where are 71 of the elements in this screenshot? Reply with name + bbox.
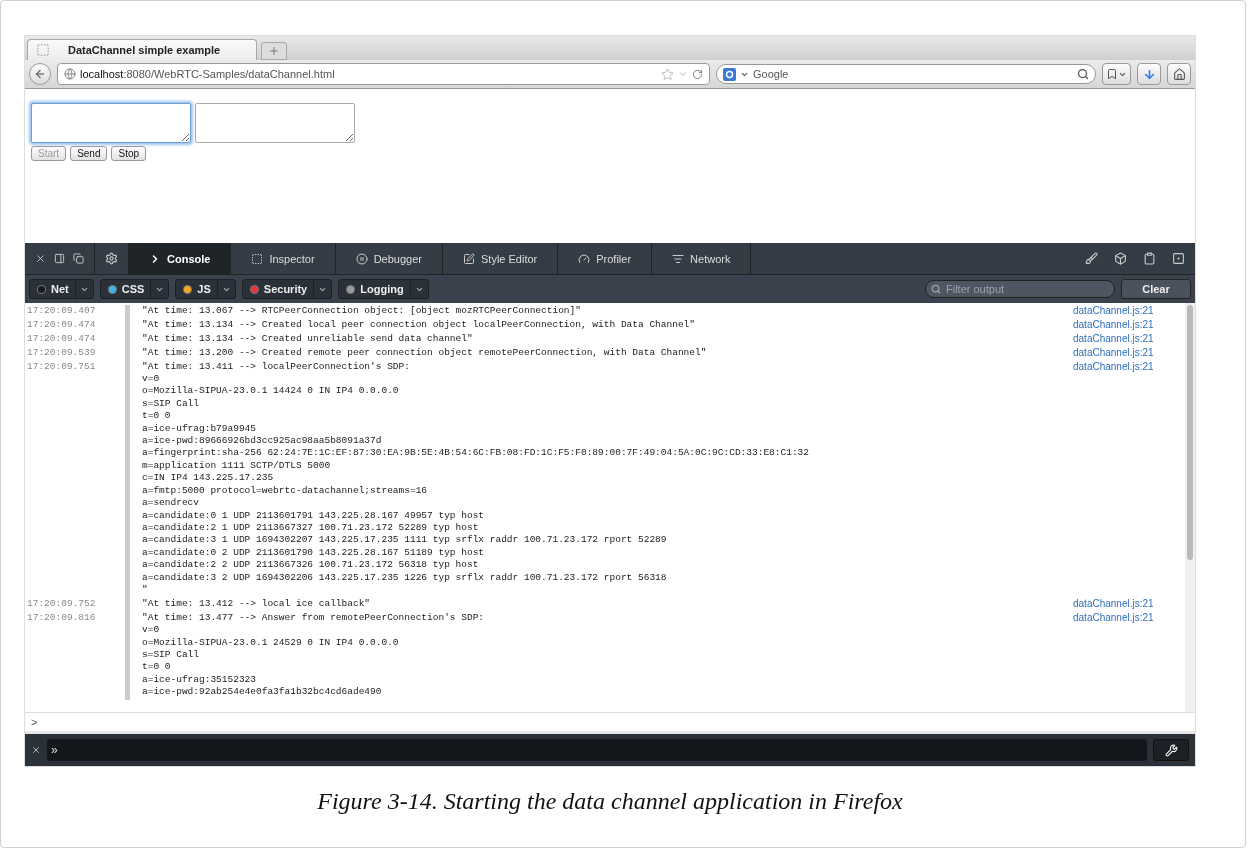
wrench-button[interactable] bbox=[1153, 739, 1189, 761]
page-button[interactable]: Send bbox=[70, 146, 108, 161]
timestamp: 17:20:09.751 bbox=[26, 360, 97, 374]
brush-icon bbox=[1085, 252, 1098, 265]
star-icon bbox=[661, 67, 674, 81]
search-field[interactable]: Google bbox=[716, 64, 1096, 84]
filter-button[interactable]: JS bbox=[175, 279, 236, 299]
log-message: "At time: 13.477 --> Answer from remotePeerConnection's SDP: v=0 o=Mozilla-SIPUA-23.0.1 24529 0 IN IP4 0.0.0.0 s=SIP Call t=0 0 a=ice-ufrag:35152323 a=ice-pwd:92ab254e4e0fa3fa1b32bc4cd6ade490 bbox=[125, 611, 1073, 701]
clipboard-icon bbox=[1143, 252, 1156, 265]
prompt-marker: » bbox=[51, 743, 58, 757]
tab-icon bbox=[355, 252, 368, 265]
globe-icon bbox=[64, 68, 76, 80]
timestamp: 17:20:09.474 bbox=[26, 318, 97, 332]
devtools-tab[interactable]: Console bbox=[129, 243, 232, 274]
reload-icon bbox=[692, 68, 703, 80]
download-arrow-icon bbox=[1142, 67, 1156, 81]
dock-side-icon bbox=[54, 253, 65, 264]
tab-icon bbox=[463, 252, 475, 265]
source-link[interactable]: dataChannel.js:21 bbox=[1073, 332, 1185, 347]
page-icon bbox=[36, 43, 50, 57]
source-link[interactable]: dataChannel.js:21 bbox=[1073, 360, 1185, 598]
clear-button[interactable]: Clear bbox=[1121, 279, 1191, 299]
tab-icon bbox=[251, 252, 264, 265]
caret-icon bbox=[678, 69, 688, 79]
figure-caption: Figure 3-14. Starting the data channel application in Firefox bbox=[317, 788, 903, 815]
search-engine-logo-icon bbox=[723, 67, 736, 81]
scrollbar[interactable] bbox=[1185, 303, 1195, 712]
cube-icon bbox=[1114, 252, 1127, 265]
timestamp: 17:20:09.407 bbox=[26, 305, 97, 318]
filter-button[interactable]: Security bbox=[241, 279, 333, 299]
page-button[interactable]: Stop bbox=[111, 146, 147, 161]
timestamp: 17:20:09.816 bbox=[26, 611, 97, 625]
bookmarks-button[interactable] bbox=[1102, 63, 1131, 85]
separate-window-icon bbox=[73, 253, 84, 264]
home-icon bbox=[1172, 67, 1186, 81]
back-arrow-icon bbox=[34, 68, 46, 80]
settings-icon bbox=[105, 252, 118, 265]
close-icon bbox=[35, 253, 46, 264]
log-message: "At time: 13.411 --> localPeerConnection's SDP: v=0 o=Mozilla-SIPUA-23.0.1 14424 0 IN IP4 0.0.0.0 s=SIP Call t=0 0 a=ice-ufrag:b79a9945 a=ice-pwd:89666926bd3cc925ac98aa5b8091a37d a=fingerprint:sha-256 62:24:7E:1C:EF:87:30:EA:9B:5E:4B:54:6C:FB:08:FD:1C:F5:F0:89:00:7F:49:04:5A:0C:9C:CD:33:E8:C1:32 m=application 1111 SCTP/DTLS 5000 c=IN IP4 143.225.17.235 a=fmtp:5000 protocol=webrtc-datachannel;streams=16 a=sendrecv a=candidate:0 1 UDP 2113601791 143.225.28.167 49957 typ host a=candidate:2 1 UDP 2113667327 100.71.23.172 52289 typ host a=candidate:3 1 UDP 1694302207 143.225.17.235 1111 typ srflx raddr 100.71.23.172 rport 52289 a=candidate:0 2 UDP 2113601790 143.225.28.167 51189 typ host a=candidate:2 2 UDP 2113667326 100.71.23.172 56318 typ host a=candidate:3 2 UDP 1694302206 143.225.17.235 1226 typ srflx raddr 100.71.23.172 rport 56318 " bbox=[125, 360, 1073, 598]
text-area[interactable] bbox=[31, 103, 191, 143]
log-message: "At time: 13.200 --> Created remote peer connection object remotePeerConnection, with Data Channel" bbox=[125, 346, 1073, 361]
timestamp: 17:20:09.539 bbox=[26, 346, 97, 360]
search-icon bbox=[1077, 68, 1089, 80]
source-link[interactable]: dataChannel.js:21 bbox=[1073, 346, 1185, 361]
filter-button[interactable]: CSS bbox=[99, 279, 170, 299]
close-icon bbox=[31, 745, 41, 755]
source-link[interactable]: dataChannel.js:21 bbox=[1073, 318, 1185, 333]
tab-icon bbox=[578, 252, 591, 265]
source-link[interactable]: dataChannel.js:21 bbox=[1073, 611, 1185, 701]
browser-tab[interactable]: DataChannel simple example bbox=[27, 39, 257, 60]
home-button[interactable] bbox=[1167, 63, 1191, 85]
log-message: "At time: 13.412 --> local ice callback" bbox=[125, 597, 1073, 612]
url-field[interactable]: localhost:8080/WebRTC-Samples/dataChannel.html bbox=[57, 63, 710, 85]
bookmark-icon bbox=[1106, 68, 1118, 80]
filter-field[interactable]: Filter output bbox=[925, 280, 1115, 298]
filter-button[interactable]: Net bbox=[29, 279, 94, 299]
back-button[interactable] bbox=[29, 63, 51, 85]
source-link[interactable]: dataChannel.js:21 bbox=[1073, 305, 1185, 319]
tab-icon bbox=[672, 252, 685, 265]
timestamp: 17:20:09.474 bbox=[26, 332, 97, 346]
downloads-button[interactable] bbox=[1137, 63, 1161, 85]
command-line-field[interactable]: » bbox=[47, 739, 1147, 761]
timestamp: 17:20:09.752 bbox=[26, 597, 97, 611]
filter-button[interactable]: Logging bbox=[338, 279, 429, 299]
wrench-icon bbox=[1164, 743, 1178, 757]
plus-icon bbox=[268, 45, 280, 57]
log-message: "At time: 13.067 --> RTCPeerConnection object: [object mozRTCPeerConnection]" bbox=[125, 305, 1073, 319]
source-link[interactable]: dataChannel.js:21 bbox=[1073, 597, 1185, 612]
text-area[interactable] bbox=[195, 103, 355, 143]
log-message: "At time: 13.134 --> Created unreliable send data channel" bbox=[125, 332, 1073, 347]
log-message: "At time: 13.134 --> Created local peer connection object localPeerConnection, with Data Channel" bbox=[125, 318, 1073, 333]
